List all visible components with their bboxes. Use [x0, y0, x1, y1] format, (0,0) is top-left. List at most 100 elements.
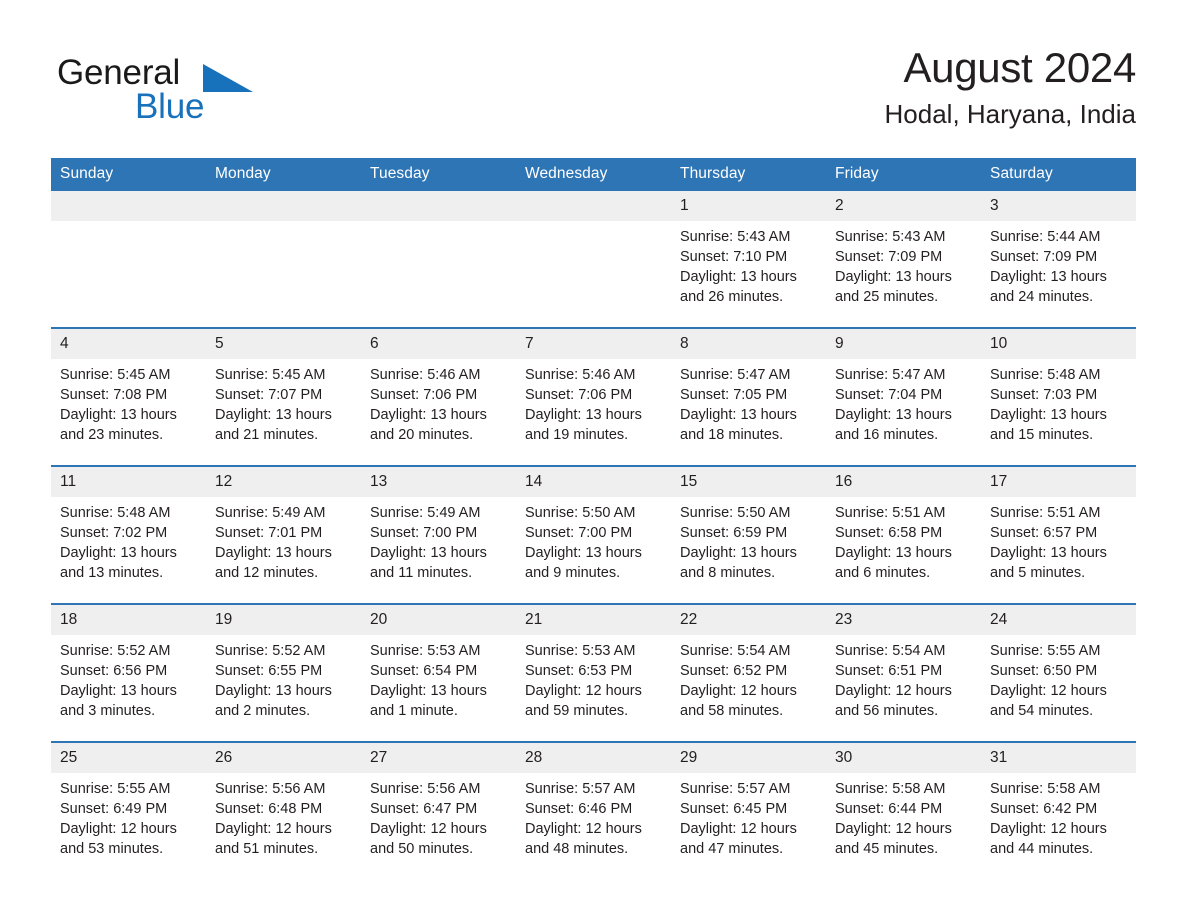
- calendar-day-cell[interactable]: 14 Sunrise: 5:50 AM Sunset: 7:00 PM Dayligh…: [516, 465, 671, 589]
- calendar-day-cell[interactable]: 19 Sunrise: 5:52 AM Sunset: 6:55 PM Dayligh…: [206, 603, 361, 727]
- day-details: [361, 221, 516, 313]
- calendar-day-cell[interactable]: 11 Sunrise: 5:48 AM Sunset: 7:02 PM Dayligh…: [51, 465, 206, 589]
- day-number: 22: [671, 605, 826, 635]
- sunrise-time: Sunrise: 5:51 AM: [990, 505, 1101, 521]
- calendar-day-cell[interactable]: 3 Sunrise: 5:44 AM Sunset: 7:09 PM Daylight…: [981, 191, 1136, 313]
- daylight-duration-line2: and 8 minutes.: [680, 565, 776, 581]
- daylight-duration-line1: Daylight: 13 hours: [990, 545, 1107, 561]
- calendar-week-row: 11 Sunrise: 5:48 AM Sunset: 7:02 PM Dayligh…: [51, 465, 1136, 589]
- calendar-day-cell[interactable]: 27 Sunrise: 5:56 AM Sunset: 6:47 PM Dayligh…: [361, 741, 516, 865]
- calendar-day-cell[interactable]: 18 Sunrise: 5:52 AM Sunset: 6:56 PM Dayligh…: [51, 603, 206, 727]
- sunrise-time: Sunrise: 5:53 AM: [370, 643, 481, 659]
- calendar-day-cell[interactable]: 28 Sunrise: 5:57 AM Sunset: 6:46 PM Dayligh…: [516, 741, 671, 865]
- calendar-day-cell[interactable]: 12 Sunrise: 5:49 AM Sunset: 7:01 PM Dayligh…: [206, 465, 361, 589]
- calendar-day-cell[interactable]: 8 Sunrise: 5:47 AM Sunset: 7:05 PM Daylight…: [671, 327, 826, 451]
- calendar-day-cell[interactable]: 22 Sunrise: 5:54 AM Sunset: 6:52 PM Dayligh…: [671, 603, 826, 727]
- sunrise-time: Sunrise: 5:50 AM: [525, 505, 636, 521]
- day-details: Sunrise: 5:54 AM Sunset: 6:51 PM Daylight:…: [826, 635, 981, 727]
- daylight-duration-line1: Daylight: 13 hours: [835, 407, 952, 423]
- calendar-day-cell[interactable]: 7 Sunrise: 5:46 AM Sunset: 7:06 PM Daylight…: [516, 327, 671, 451]
- daylight-duration-line2: and 11 minutes.: [370, 565, 473, 581]
- day-number: 16: [826, 467, 981, 497]
- calendar-day-cell[interactable]: 24 Sunrise: 5:55 AM Sunset: 6:50 PM Dayligh…: [981, 603, 1136, 727]
- sunset-time: Sunset: 7:07 PM: [215, 387, 323, 403]
- sunset-time: Sunset: 6:42 PM: [990, 801, 1098, 817]
- day-number: 17: [981, 467, 1136, 497]
- day-details: Sunrise: 5:51 AM Sunset: 6:57 PM Daylight:…: [981, 497, 1136, 589]
- calendar-day-cell[interactable]: 17 Sunrise: 5:51 AM Sunset: 6:57 PM Dayligh…: [981, 465, 1136, 589]
- daylight-duration-line2: and 9 minutes.: [525, 565, 621, 581]
- calendar-day-cell[interactable]: 29 Sunrise: 5:57 AM Sunset: 6:45 PM Dayligh…: [671, 741, 826, 865]
- daylight-duration-line2: and 24 minutes.: [990, 289, 1094, 305]
- calendar-day-cell[interactable]: 15 Sunrise: 5:50 AM Sunset: 6:59 PM Dayligh…: [671, 465, 826, 589]
- logo-triangle-icon: [203, 64, 253, 92]
- day-number: 15: [671, 467, 826, 497]
- calendar-day-cell[interactable]: 30 Sunrise: 5:58 AM Sunset: 6:44 PM Dayligh…: [826, 741, 981, 865]
- daylight-duration-line2: and 6 minutes.: [835, 565, 931, 581]
- daylight-duration-line2: and 47 minutes.: [680, 841, 784, 857]
- day-details: Sunrise: 5:50 AM Sunset: 6:59 PM Daylight:…: [671, 497, 826, 589]
- sunset-time: Sunset: 7:00 PM: [370, 525, 478, 541]
- calendar-day-cell[interactable]: 23 Sunrise: 5:54 AM Sunset: 6:51 PM Dayligh…: [826, 603, 981, 727]
- sunrise-time: Sunrise: 5:44 AM: [990, 229, 1101, 245]
- sunset-time: Sunset: 6:59 PM: [680, 525, 788, 541]
- sunset-time: Sunset: 6:58 PM: [835, 525, 943, 541]
- calendar-day-cell[interactable]: 26 Sunrise: 5:56 AM Sunset: 6:48 PM Dayligh…: [206, 741, 361, 865]
- daylight-duration-line1: Daylight: 12 hours: [525, 821, 642, 837]
- sunset-time: Sunset: 6:44 PM: [835, 801, 943, 817]
- daylight-duration-line2: and 56 minutes.: [835, 703, 939, 719]
- calendar-day-cell[interactable]: 31 Sunrise: 5:58 AM Sunset: 6:42 PM Dayligh…: [981, 741, 1136, 865]
- sunrise-time: Sunrise: 5:47 AM: [680, 367, 791, 383]
- daylight-duration-line2: and 20 minutes.: [370, 427, 474, 443]
- page-title: August 2024: [903, 44, 1136, 91]
- sunset-time: Sunset: 6:48 PM: [215, 801, 323, 817]
- calendar-day-cell[interactable]: 9 Sunrise: 5:47 AM Sunset: 7:04 PM Daylight…: [826, 327, 981, 451]
- sunrise-time: Sunrise: 5:43 AM: [680, 229, 791, 245]
- day-details: Sunrise: 5:52 AM Sunset: 6:56 PM Daylight:…: [51, 635, 206, 727]
- sunrise-time: Sunrise: 5:48 AM: [990, 367, 1101, 383]
- day-number: 8: [671, 329, 826, 359]
- calendar-day-cell[interactable]: 20 Sunrise: 5:53 AM Sunset: 6:54 PM Dayligh…: [361, 603, 516, 727]
- sunrise-time: Sunrise: 5:49 AM: [215, 505, 326, 521]
- day-number: 28: [516, 743, 671, 773]
- daylight-duration-line2: and 13 minutes.: [60, 565, 164, 581]
- weekday-header-saturday: Saturday: [981, 158, 1136, 191]
- logo-text-blue: Blue: [135, 87, 205, 126]
- calendar-day-cell[interactable]: 5 Sunrise: 5:45 AM Sunset: 7:07 PM Daylight…: [206, 327, 361, 451]
- sunrise-time: Sunrise: 5:52 AM: [60, 643, 171, 659]
- calendar-day-cell[interactable]: 25 Sunrise: 5:55 AM Sunset: 6:49 PM Dayligh…: [51, 741, 206, 865]
- daylight-duration-line1: Daylight: 13 hours: [370, 683, 487, 699]
- sunrise-time: Sunrise: 5:55 AM: [60, 781, 171, 797]
- sunrise-time: Sunrise: 5:46 AM: [525, 367, 636, 383]
- sunset-time: Sunset: 7:09 PM: [835, 249, 943, 265]
- calendar-day-cell[interactable]: 2 Sunrise: 5:43 AM Sunset: 7:09 PM Daylight…: [826, 191, 981, 313]
- sunset-time: Sunset: 6:52 PM: [680, 663, 788, 679]
- day-number: 23: [826, 605, 981, 635]
- daylight-duration-line1: Daylight: 12 hours: [835, 821, 952, 837]
- sunrise-time: Sunrise: 5:47 AM: [835, 367, 946, 383]
- calendar-day-cell[interactable]: 1 Sunrise: 5:43 AM Sunset: 7:10 PM Daylight…: [671, 191, 826, 313]
- sunset-time: Sunset: 6:47 PM: [370, 801, 478, 817]
- calendar-day-cell[interactable]: 21 Sunrise: 5:53 AM Sunset: 6:53 PM Dayligh…: [516, 603, 671, 727]
- week-spacer-cell: [51, 727, 1136, 742]
- calendar-day-cell[interactable]: 10 Sunrise: 5:48 AM Sunset: 7:03 PM Dayligh…: [981, 327, 1136, 451]
- daylight-duration-line2: and 3 minutes.: [60, 703, 156, 719]
- sunset-time: Sunset: 7:08 PM: [60, 387, 168, 403]
- daylight-duration-line2: and 2 minutes.: [215, 703, 311, 719]
- calendar-day-cell[interactable]: 6 Sunrise: 5:46 AM Sunset: 7:06 PM Daylight…: [361, 327, 516, 451]
- calendar-page: General Blue August 2024 Hodal, Haryana,…: [0, 0, 1188, 918]
- calendar-day-cell[interactable]: 16 Sunrise: 5:51 AM Sunset: 6:58 PM Dayligh…: [826, 465, 981, 589]
- day-details: Sunrise: 5:52 AM Sunset: 6:55 PM Daylight:…: [206, 635, 361, 727]
- calendar-day-cell[interactable]: 13 Sunrise: 5:49 AM Sunset: 7:00 PM Dayligh…: [361, 465, 516, 589]
- calendar-week-row: 25 Sunrise: 5:55 AM Sunset: 6:49 PM Dayligh…: [51, 741, 1136, 865]
- daylight-duration-line1: Daylight: 13 hours: [215, 683, 332, 699]
- title-block: August 2024 Hodal, Haryana, India: [885, 44, 1137, 130]
- daylight-duration-line1: Daylight: 13 hours: [60, 545, 177, 561]
- calendar-day-cell[interactable]: 4 Sunrise: 5:45 AM Sunset: 7:08 PM Daylight…: [51, 327, 206, 451]
- sunrise-time: Sunrise: 5:57 AM: [525, 781, 636, 797]
- day-details: Sunrise: 5:47 AM Sunset: 7:04 PM Daylight:…: [826, 359, 981, 451]
- daylight-duration-line1: Daylight: 13 hours: [990, 407, 1107, 423]
- daylight-duration-line2: and 54 minutes.: [990, 703, 1094, 719]
- daylight-duration-line1: Daylight: 12 hours: [60, 821, 177, 837]
- day-details: Sunrise: 5:47 AM Sunset: 7:05 PM Daylight:…: [671, 359, 826, 451]
